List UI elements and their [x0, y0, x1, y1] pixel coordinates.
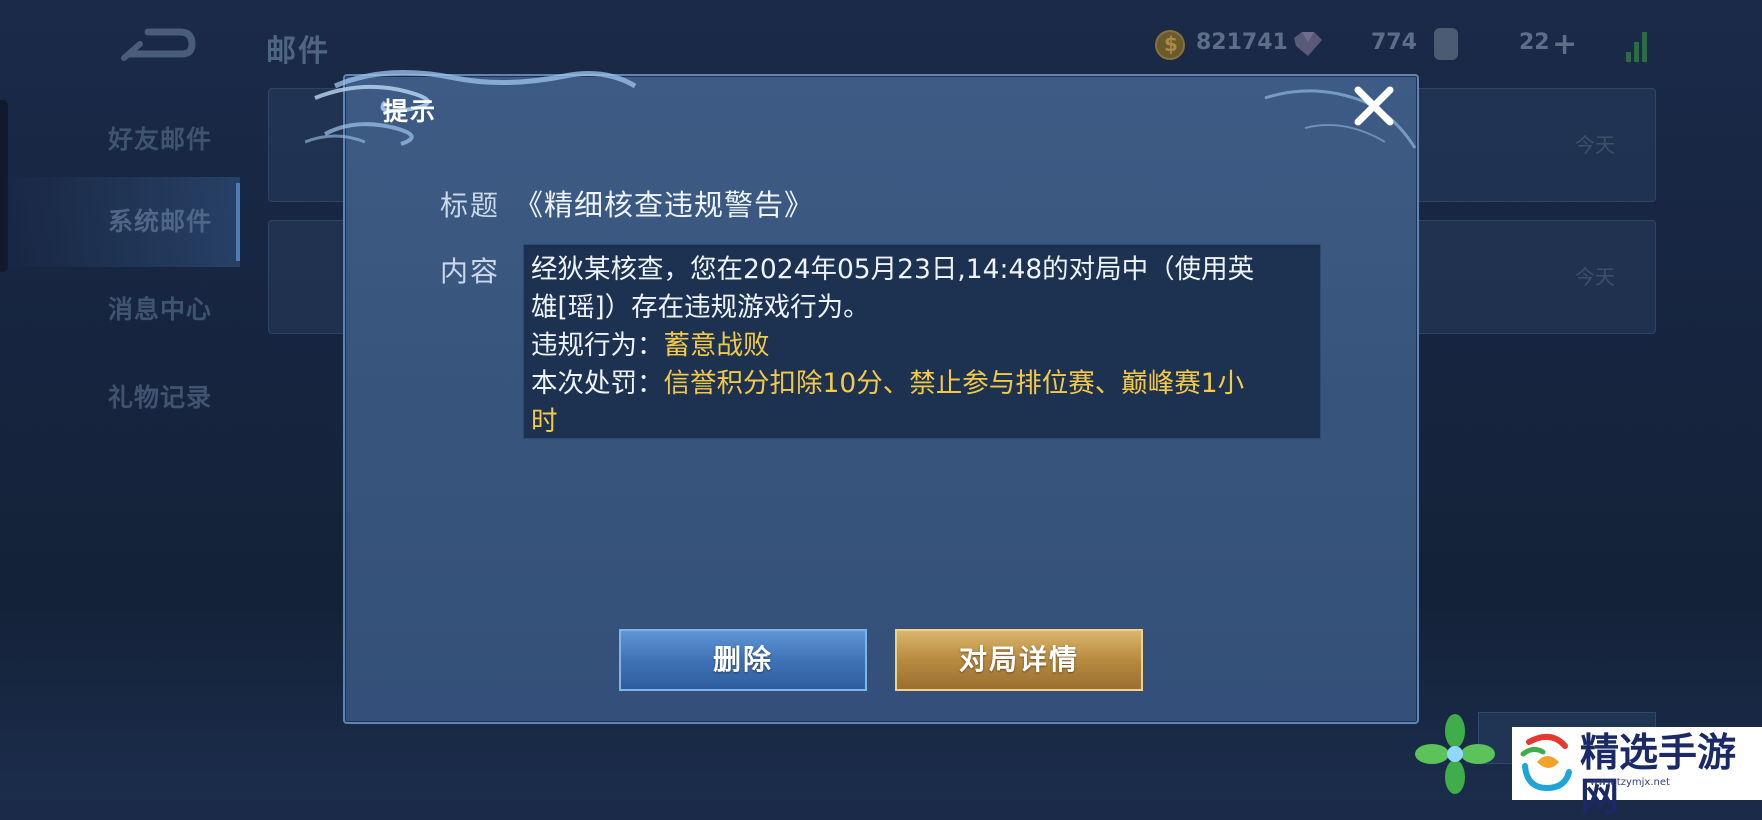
- sidebar-item-gift-records[interactable]: 礼物记录: [0, 353, 240, 443]
- content-line: 雄[瑶]）存在违规游戏行为。: [531, 292, 870, 323]
- sidebar-item-system-mail[interactable]: 系统邮件: [0, 177, 240, 267]
- watermark-text: 精选手游网: [1580, 731, 1737, 820]
- content-label: 内容: [440, 255, 501, 288]
- content-line: 经狄某核查，您在2024年05月23日,14:48的对局中（使用英: [531, 254, 1255, 285]
- violation-line: 违规行为：蓄意战败: [531, 327, 1312, 365]
- signal-icon: [1626, 28, 1648, 62]
- back-icon[interactable]: [120, 24, 196, 64]
- mail-date: 今天: [1575, 265, 1615, 289]
- gem-count: 774: [1371, 30, 1417, 55]
- match-details-button[interactable]: 对局详情: [895, 629, 1143, 691]
- penalty-value-continued: 时: [531, 406, 558, 437]
- sidebar-item-message-center[interactable]: 消息中心: [0, 265, 240, 355]
- gold-coin-icon: [1155, 30, 1185, 60]
- voucher-count: 22: [1519, 30, 1550, 55]
- mail-date: 今天: [1575, 133, 1615, 157]
- penalty-value: 信誉积分扣除10分、禁止参与排位赛、巅峰赛1小: [663, 368, 1245, 399]
- violation-label: 违规行为：: [531, 330, 664, 361]
- sidebar-item-friend-mail[interactable]: 好友邮件: [0, 95, 240, 185]
- subject-label: 标题: [440, 189, 501, 222]
- flower-logo-icon: [1415, 714, 1495, 794]
- dialog-title: 提示: [383, 97, 438, 126]
- violation-value: 蓄意战败: [663, 330, 770, 361]
- close-icon[interactable]: [1352, 84, 1396, 128]
- add-currency-icon[interactable]: +: [1552, 30, 1577, 60]
- penalty-line: 本次处罚：信誉积分扣除10分、禁止参与排位赛、巅峰赛1小: [531, 365, 1312, 403]
- penalty-label: 本次处罚：: [531, 368, 664, 399]
- site-logo-icon: [1520, 733, 1572, 792]
- page-title: 邮件: [266, 34, 330, 69]
- mail-content-box[interactable]: 经狄某核查，您在2024年05月23日,14:48的对局中（使用英 雄[瑶]）存…: [523, 244, 1321, 439]
- watermark-url: www.tzymjx.net: [1590, 777, 1670, 788]
- gold-count: 821741: [1196, 30, 1288, 55]
- voucher-icon: [1434, 28, 1458, 60]
- delete-button[interactable]: 删除: [619, 629, 867, 691]
- diamond-icon: [1294, 32, 1322, 56]
- subject-value: 《精细核查违规警告》: [514, 188, 815, 222]
